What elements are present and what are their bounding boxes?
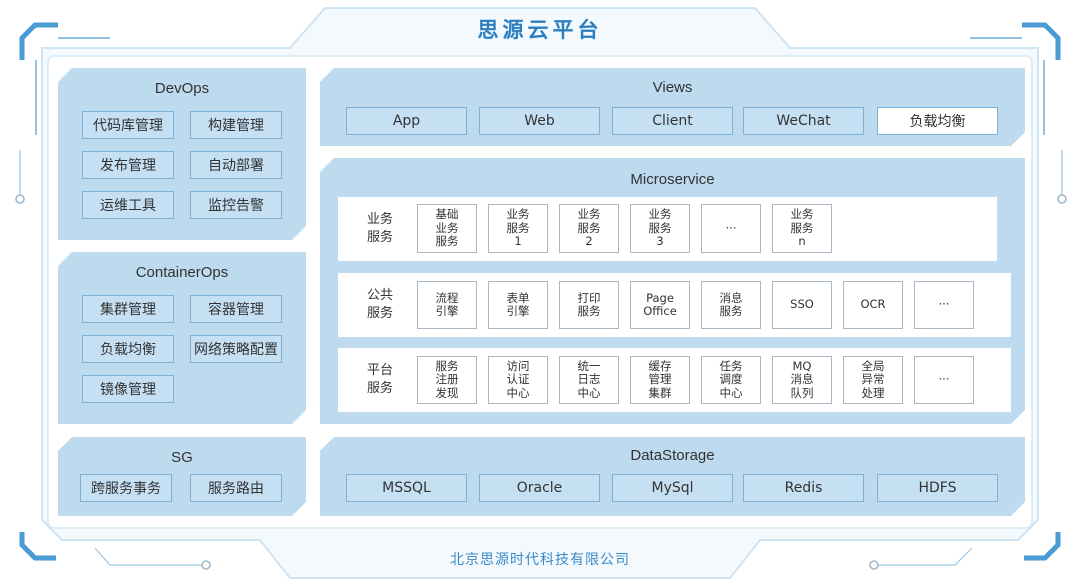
service-item[interactable]: 打印 服务	[559, 281, 619, 329]
datastorage-item[interactable]: HDFS	[877, 474, 998, 502]
row-label: 业务 服务	[366, 212, 393, 245]
service-item[interactable]: 基础 业务 服务	[417, 204, 477, 253]
microservice-row-business: 业务 服务 基础 业务 服务 业务 服务 1 业务 服务 2 业务 服务 3 ·…	[338, 197, 997, 261]
sg-title: SG	[171, 449, 193, 466]
microservice-title: Microservice	[630, 171, 715, 188]
service-item[interactable]: 表单 引擎	[488, 281, 548, 329]
microservice-panel: Microservice 业务 服务 基础 业务 服务 业务 服务 1 业务 服…	[320, 158, 1025, 424]
containerops-item[interactable]: 集群管理	[82, 295, 174, 323]
datastorage-item[interactable]: Oracle	[479, 474, 600, 502]
node-circle-right	[1057, 194, 1067, 204]
views-item[interactable]: App	[346, 107, 467, 135]
devops-item[interactable]: 监控告警	[190, 191, 282, 219]
datastorage-title: DataStorage	[630, 447, 715, 464]
service-item-ellipsis[interactable]: ···	[914, 281, 974, 329]
service-item[interactable]: 缓存 管理 集群	[630, 356, 690, 404]
service-item[interactable]: 业务 服务 2	[559, 204, 619, 253]
devops-title: DevOps	[154, 80, 210, 97]
service-item[interactable]: 业务 服务 n	[772, 204, 832, 253]
row-label: 平台 服务	[366, 363, 393, 396]
node-circle-left	[15, 194, 25, 204]
service-item-ellipsis[interactable]: ···	[701, 204, 761, 253]
service-item[interactable]: OCR	[843, 281, 903, 329]
datastorage-panel: DataStorage MSSQL Oracle MySql Redis HDF…	[320, 437, 1025, 516]
views-item[interactable]: Web	[479, 107, 600, 135]
sg-item[interactable]: 跨服务事务	[80, 474, 172, 502]
devops-item[interactable]: 自动部署	[190, 151, 282, 179]
service-item[interactable]: 任务 调度 中心	[701, 356, 761, 404]
devops-item[interactable]: 代码库管理	[82, 111, 174, 139]
service-item[interactable]: 消息 服务	[701, 281, 761, 329]
microservice-row-platform: 平台 服务 服务 注册 发现 访问 认证 中心 统一 日志 中心 缓存 管理 集…	[338, 348, 1011, 412]
service-item[interactable]: 服务 注册 发现	[417, 356, 477, 404]
company-name: 北京思源时代科技有限公司	[450, 552, 630, 568]
devops-item[interactable]: 运维工具	[82, 191, 174, 219]
sg-item[interactable]: 服务路由	[190, 474, 282, 502]
devops-item[interactable]: 构建管理	[190, 111, 282, 139]
devops-item[interactable]: 发布管理	[82, 151, 174, 179]
views-title: Views	[652, 79, 693, 96]
containerops-title: ContainerOps	[135, 264, 229, 281]
service-item[interactable]: Page Office	[630, 281, 690, 329]
devops-panel: DevOps 代码库管理 构建管理 发布管理 自动部署 运维工具 监控告警	[58, 68, 306, 240]
service-item[interactable]: 业务 服务 1	[488, 204, 548, 253]
service-item[interactable]: 全局 异常 处理	[843, 356, 903, 404]
datastorage-item[interactable]: Redis	[743, 474, 864, 502]
views-item[interactable]: WeChat	[743, 107, 864, 135]
containerops-item[interactable]: 网络策略配置	[190, 335, 282, 363]
containerops-panel: ContainerOps 集群管理 容器管理 负载均衡 网络策略配置 镜像管理	[58, 252, 306, 424]
service-item[interactable]: 业务 服务 3	[630, 204, 690, 253]
sg-panel: SG 跨服务事务 服务路由	[58, 437, 306, 516]
service-item-ellipsis[interactable]: ···	[914, 356, 974, 404]
datastorage-item[interactable]: MySql	[612, 474, 733, 502]
row-label: 公共 服务	[366, 288, 393, 321]
microservice-row-common: 公共 服务 流程 引擎 表单 引擎 打印 服务 Page Office 消息 服…	[338, 273, 1011, 337]
service-item[interactable]: SSO	[772, 281, 832, 329]
views-panel: Views App Web Client WeChat 负载均衡	[320, 68, 1025, 146]
views-item-load-balance[interactable]: 负载均衡	[877, 107, 998, 135]
containerops-item[interactable]: 负载均衡	[82, 335, 174, 363]
service-item[interactable]: 统一 日志 中心	[559, 356, 619, 404]
containerops-item[interactable]: 容器管理	[190, 295, 282, 323]
service-item[interactable]: 访问 认证 中心	[488, 356, 548, 404]
datastorage-item[interactable]: MSSQL	[346, 474, 467, 502]
page-title: 思源云平台	[477, 18, 603, 42]
service-item[interactable]: 流程 引擎	[417, 281, 477, 329]
containerops-item[interactable]: 镜像管理	[82, 375, 174, 403]
views-item[interactable]: Client	[612, 107, 733, 135]
service-item[interactable]: MQ 消息 队列	[772, 356, 832, 404]
